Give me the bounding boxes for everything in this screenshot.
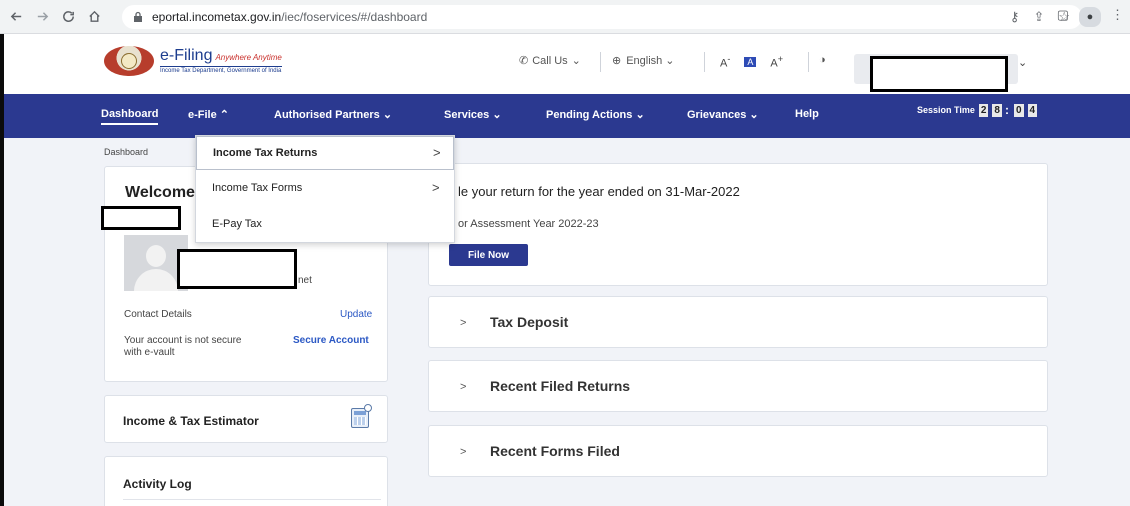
chevron-down-icon: ⌄: [749, 109, 759, 121]
breadcrumb[interactable]: Dashboard: [104, 147, 148, 157]
dashboard-content: Dashboard Welcome B DL net Contact Detai…: [0, 138, 1130, 506]
secure-account-link[interactable]: Secure Account: [293, 335, 369, 346]
redacted-name: [101, 206, 181, 230]
profile-icon[interactable]: ●: [1079, 7, 1101, 27]
nav-help[interactable]: Help: [795, 108, 819, 120]
file-now-button[interactable]: File Now: [449, 244, 528, 266]
evault-warning: Your account is not secure with e-vault: [124, 335, 242, 358]
menu-item-epay-tax[interactable]: E-Pay Tax: [196, 208, 454, 242]
logo-tagline: Anywhere Anytime: [215, 53, 282, 62]
efile-dropdown-menu: Income Tax Returns > Income Tax Forms > …: [195, 135, 455, 243]
recent-forms-filed-accordion[interactable]: > Recent Forms Filed: [428, 425, 1048, 477]
file-return-card: le your return for the year ended on 31-…: [428, 163, 1048, 286]
chevron-right-icon: >: [460, 317, 467, 329]
main-nav: Dashboard e-File ⌃ Authorised Partners ⌄…: [0, 94, 1130, 138]
tax-estimator-card[interactable]: Income & Tax Estimator: [104, 395, 388, 443]
activity-log-card: Activity Log: [104, 456, 388, 506]
site-header: e-Filing Anywhere Anytime Income Tax Depa…: [0, 34, 1130, 94]
efiling-logo[interactable]: e-Filing Anywhere Anytime Income Tax Depa…: [104, 46, 282, 76]
back-icon[interactable]: [6, 7, 26, 27]
logo-title: e-Filing: [160, 47, 213, 64]
nav-pending-actions[interactable]: Pending Actions ⌄: [546, 108, 645, 121]
font-decrease-button[interactable]: A-: [720, 54, 730, 70]
chevron-right-icon: >: [432, 180, 440, 195]
nav-efile[interactable]: e-File ⌃: [188, 108, 229, 121]
key-icon[interactable]: ⚷: [1010, 9, 1020, 25]
menu-item-income-tax-returns[interactable]: Income Tax Returns >: [196, 136, 454, 170]
side-panel-icon[interactable]: ▢: [1057, 7, 1069, 27]
chevron-down-icon: ⌄: [665, 55, 675, 67]
lock-icon: [134, 11, 142, 22]
menu-item-income-tax-forms[interactable]: Income Tax Forms >: [196, 172, 454, 206]
chevron-down-icon: ⌄: [635, 109, 645, 121]
redacted-email: [177, 249, 297, 289]
forward-icon[interactable]: [32, 7, 52, 27]
browser-toolbar: eportal.incometax.gov.in/iec/foservices/…: [0, 0, 1130, 34]
emblem-icon: [104, 46, 154, 76]
contact-details-label: Contact Details: [124, 309, 192, 320]
chevron-down-icon: ⌄: [382, 109, 393, 121]
chevron-right-icon: >: [460, 446, 467, 458]
estimator-title: Income & Tax Estimator: [123, 414, 259, 428]
divider: [123, 499, 381, 500]
globe-icon: ⊕: [612, 55, 622, 67]
language-select[interactable]: ⊕ English ⌄: [612, 54, 675, 68]
calculator-badge-icon: [364, 404, 372, 412]
address-url: eportal.incometax.gov.in/iec/foservices/…: [152, 10, 428, 24]
assessment-year: or Assessment Year 2022-23: [458, 218, 599, 230]
nav-services[interactable]: Services ⌄: [444, 108, 502, 121]
phone-icon: ✆: [519, 55, 529, 67]
reload-icon[interactable]: [58, 7, 78, 27]
logo-subtitle: Income Tax Department, Government of Ind…: [160, 66, 282, 74]
redacted-username: [870, 56, 1008, 92]
contrast-toggle-icon[interactable]: ◑: [819, 54, 826, 66]
nav-authorised-partners[interactable]: Authorised Partners ⌄: [274, 108, 392, 121]
session-timer: Session Time 2 8 : 0 4: [917, 103, 1038, 117]
chevron-up-icon: ⌃: [219, 109, 230, 121]
chevron-down-icon: ⌄: [571, 55, 581, 67]
update-link[interactable]: Update: [340, 309, 372, 320]
address-bar[interactable]: eportal.incometax.gov.in/iec/foservices/…: [122, 5, 1082, 29]
chevron-right-icon: >: [460, 381, 467, 393]
tax-deposit-accordion[interactable]: > Tax Deposit: [428, 296, 1048, 348]
font-normal-button[interactable]: A: [744, 56, 757, 67]
font-increase-button[interactable]: A+: [770, 54, 783, 70]
activity-log-title: Activity Log: [123, 477, 192, 491]
nav-grievances[interactable]: Grievances ⌄: [687, 108, 759, 121]
email-fragment: net: [298, 275, 312, 286]
chevron-down-icon: ⌄: [492, 109, 502, 121]
menu-kebab-icon[interactable]: ⋮: [1111, 7, 1124, 27]
home-icon[interactable]: [84, 7, 104, 27]
chevron-right-icon: >: [433, 145, 441, 160]
recent-filed-returns-accordion[interactable]: > Recent Filed Returns: [428, 360, 1048, 412]
call-us-button[interactable]: ✆ Call Us ⌄: [519, 54, 581, 68]
chevron-down-icon[interactable]: ⌄: [1018, 56, 1027, 69]
file-return-title: le your return for the year ended on 31-…: [458, 184, 740, 199]
share-icon[interactable]: ⇪: [1033, 9, 1044, 25]
nav-dashboard[interactable]: Dashboard: [101, 108, 159, 125]
